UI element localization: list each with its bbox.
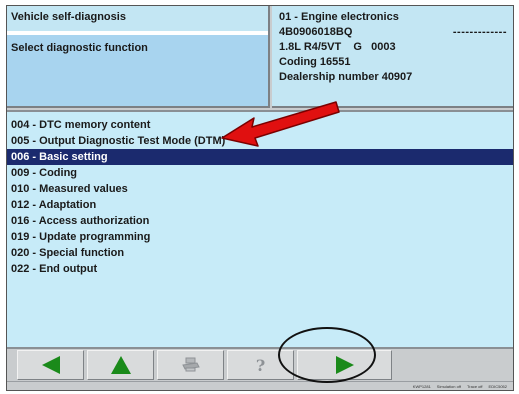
dealership-info: Dealership number 40907 (279, 71, 413, 83)
status-version: EDIC5052 (488, 383, 507, 389)
back-button[interactable] (17, 350, 84, 380)
part-number: 4B0906018BQ (279, 26, 353, 38)
list-item[interactable]: 012 - Adaptation (7, 197, 513, 213)
diagnosis-window: Vehicle self-diagnosis Select diagnostic… (6, 5, 514, 391)
toolbar: ? (7, 347, 513, 381)
page-title: Vehicle self-diagnosis (7, 6, 268, 33)
module-info-panel: 01 - Engine electronics 4B0906018BQ ----… (272, 6, 513, 108)
coding-info: Coding 16551 (279, 56, 351, 68)
status-simulation: Simulation off (436, 383, 461, 389)
print-button[interactable] (157, 350, 224, 380)
arrow-right-icon (335, 356, 354, 374)
list-item[interactable]: 019 - Update programming (7, 229, 513, 245)
status-protocol: KWP1281 (412, 383, 431, 389)
up-button[interactable] (87, 350, 154, 380)
header-left-panel: Vehicle self-diagnosis Select diagnostic… (7, 6, 270, 108)
list-item[interactable]: 009 - Coding (7, 165, 513, 181)
annotation-arrow-icon (221, 101, 340, 147)
part-number-suffix: ------------- (452, 26, 507, 38)
status-trace: Trace off (466, 383, 483, 389)
next-button[interactable] (297, 350, 392, 380)
arrow-left-icon (41, 356, 60, 374)
list-item[interactable]: 016 - Access authorization (7, 213, 513, 229)
status-bar: KWP1281 Simulation off Trace off EDIC505… (7, 381, 513, 390)
help-button[interactable]: ? (227, 350, 294, 380)
module-name: 01 - Engine electronics (279, 11, 399, 23)
list-item[interactable]: 020 - Special function (7, 245, 513, 261)
arrow-up-icon (110, 356, 131, 374)
list-item[interactable]: 010 - Measured values (7, 181, 513, 197)
part-number-row: 4B0906018BQ ------------- (279, 25, 513, 40)
engine-info: 1.8L R4/5VT G 0003 (279, 41, 396, 53)
help-icon: ? (255, 355, 266, 375)
printer-icon (181, 357, 200, 372)
list-item[interactable]: 022 - End output (7, 261, 513, 277)
